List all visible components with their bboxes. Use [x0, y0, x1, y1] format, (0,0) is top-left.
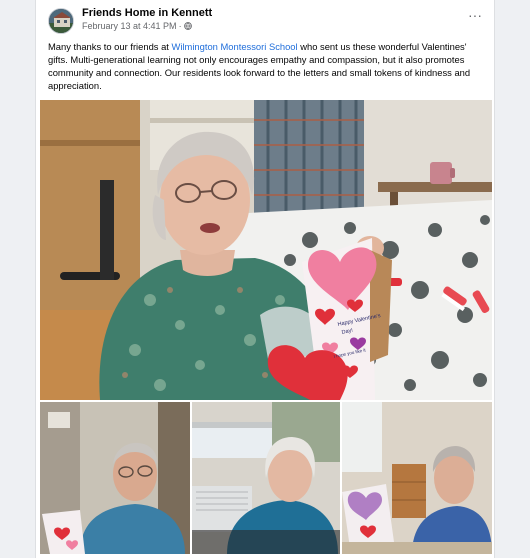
main-photo[interactable]: Happy Valentine's Day! I hope you like i… [40, 100, 492, 400]
post-header: Friends Home in Kennett February 13 at 4… [48, 6, 488, 36]
photo-thumbnail[interactable] [342, 402, 492, 554]
page-name[interactable]: Friends Home in Kennett [82, 7, 212, 19]
more-options-icon[interactable]: ··· [468, 8, 482, 22]
globe-icon [183, 22, 192, 30]
photo-thumbnail[interactable] [40, 402, 190, 554]
post-text-intro: Many thanks to our friends at [48, 41, 172, 52]
facebook-post-card: Friends Home in Kennett February 13 at 4… [35, 0, 495, 558]
photo-grid [40, 402, 492, 554]
page-avatar[interactable] [48, 8, 74, 34]
page: Friends Home in Kennett February 13 at 4… [0, 0, 530, 558]
meta-separator: · [178, 21, 182, 31]
post-timestamp[interactable]: February 13 at 4:41 PM [82, 21, 177, 31]
school-link[interactable]: Wilmington Montessori School [172, 41, 298, 52]
post-meta: February 13 at 4:41 PM · [82, 21, 192, 31]
photo-thumbnail[interactable] [192, 402, 340, 554]
post-body: Many thanks to our friends at Wilmington… [48, 40, 488, 92]
